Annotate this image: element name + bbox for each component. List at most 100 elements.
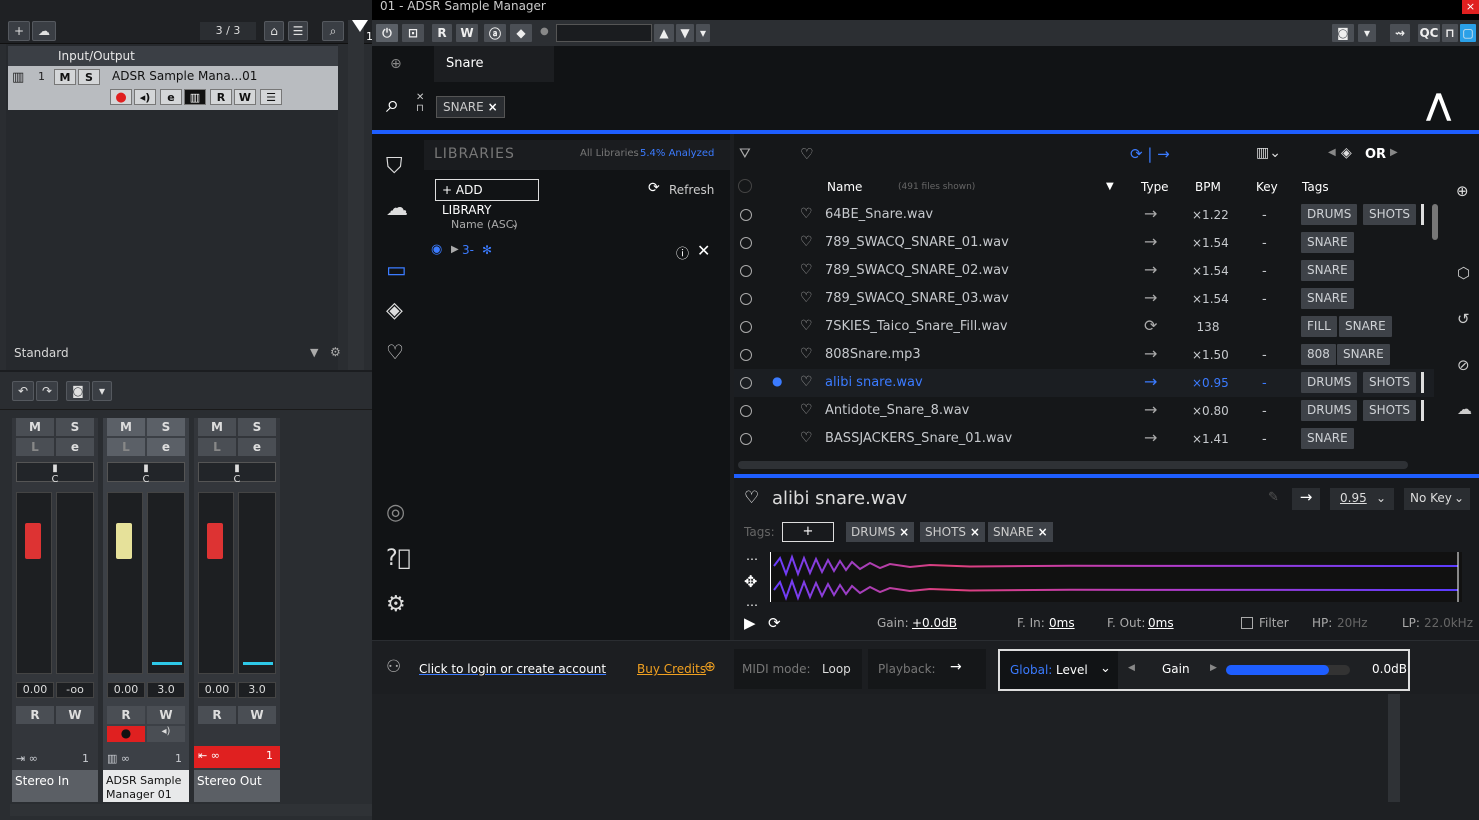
file-row[interactable]: ♡ 789_SWACQ_SNARE_02.wav → ×1.54 - SNARE (734, 257, 1434, 285)
solo-button[interactable]: S (238, 418, 276, 436)
tag-icon[interactable]: ◈ (386, 298, 403, 323)
output-routing-icon[interactable]: ⇤ ∞ 1 (194, 746, 280, 768)
clear-search-icon[interactable]: ✕ ⊓ (416, 92, 424, 114)
folder-icon[interactable]: ▭ (386, 258, 407, 283)
row-tag[interactable]: DRUMS (1301, 372, 1358, 393)
edit-button[interactable]: e (56, 438, 94, 456)
add-library-button[interactable]: + ADD LIBRARY (435, 179, 539, 217)
cloud-icon[interactable]: ☁ (32, 21, 56, 41)
favorite-heart-icon[interactable]: ♡ (744, 488, 759, 508)
add-track-button[interactable]: + (8, 21, 30, 41)
favorites-heart-icon[interactable]: ♡ (800, 145, 813, 163)
volume-value[interactable]: 0.00 (107, 682, 145, 698)
edit-button[interactable]: e (238, 438, 276, 456)
or-toggle[interactable]: OR (1365, 147, 1386, 162)
edit-icon[interactable]: ✎ (1268, 490, 1279, 505)
close-icon[interactable]: ✕ (697, 241, 710, 260)
add-credits-icon[interactable]: ⊕ (704, 659, 716, 675)
mute-button[interactable]: M (107, 418, 145, 436)
login-link[interactable]: Click to login or create account (419, 662, 606, 676)
link-icon[interactable]: ⊘ (1457, 356, 1470, 374)
undo-icon[interactable]: ↶ (12, 381, 34, 401)
chevron-down-icon[interactable]: ▾ (92, 381, 112, 401)
file-row[interactable]: ♡ 808Snare.mp3 → ×1.50 - 808 SNARE (734, 341, 1434, 369)
row-favorite-icon[interactable]: ♡ (800, 206, 813, 222)
row-favorite-icon[interactable]: ♡ (800, 346, 813, 362)
row-select-checkbox[interactable] (740, 237, 752, 249)
play-icon[interactable]: ▶ (744, 614, 756, 632)
row-select-checkbox[interactable] (740, 321, 752, 333)
volume-value[interactable]: 0.00 (198, 682, 236, 698)
buy-credits-link[interactable]: Buy Credits (637, 662, 706, 676)
row-tag[interactable]: SNARE (1301, 232, 1354, 253)
row-select-checkbox[interactable] (740, 377, 752, 389)
camera-icon[interactable]: ◙ (1332, 24, 1354, 42)
input-routing-icon[interactable]: ⇥ ∞ (16, 752, 38, 765)
more-icon[interactable]: ⋯ (746, 598, 758, 612)
type-arrow-icon[interactable]: → (1292, 488, 1320, 510)
mute-button[interactable]: M (54, 69, 76, 85)
fade-out-value[interactable]: 0ms (1148, 616, 1174, 630)
instrument-edit-icon[interactable]: ▥ (184, 89, 206, 105)
basket-icon[interactable]: ⛉ (386, 154, 403, 179)
chevron-down-icon[interactable]: ▾ (1358, 24, 1376, 42)
file-row[interactable]: ♡ 64BE_Snare.wav → ×1.22 - DRUMS SHOTS (734, 201, 1434, 229)
help-icon[interactable]: ?⃝ (386, 546, 411, 571)
io-header[interactable]: Input/Output (8, 46, 338, 66)
col-name[interactable]: Name (827, 180, 862, 194)
history-icon[interactable]: ↺ (1457, 310, 1470, 328)
row-select-checkbox[interactable] (740, 265, 752, 277)
sync-icon[interactable]: ⟳ | → (1130, 145, 1170, 163)
track-name[interactable]: ADSR Sample Mana...01 (112, 69, 257, 83)
row-tag[interactable]: SNARE (1337, 344, 1390, 365)
loop-icon[interactable]: ⟳ (768, 614, 781, 632)
fader-cap[interactable] (116, 523, 132, 559)
row-tag[interactable]: DRUMS (1301, 204, 1358, 225)
row-favorite-icon[interactable]: ♡ (800, 290, 813, 306)
power-icon[interactable]: ⏻ (376, 24, 398, 42)
refresh-button[interactable]: Refresh (669, 183, 714, 197)
gear-icon[interactable]: ⚙ (330, 345, 341, 359)
window-icon[interactable]: ▢ (1460, 24, 1476, 42)
home-icon[interactable]: ⌂ (264, 21, 284, 41)
waveform-display[interactable] (769, 552, 1462, 602)
write-button[interactable]: W (56, 706, 94, 724)
playback-control[interactable]: Playback: → (868, 649, 986, 689)
write-button[interactable]: W (147, 706, 185, 724)
row-select-checkbox[interactable] (740, 209, 752, 221)
close-icon[interactable]: × (1462, 0, 1479, 14)
fade-in-value[interactable]: 0ms (1049, 616, 1075, 630)
filter-icon[interactable]: ⛛ (739, 146, 751, 162)
sort-desc-icon[interactable]: ▼ (1106, 181, 1114, 192)
volume-fader[interactable] (198, 492, 234, 674)
row-tag[interactable]: SHOTS (1363, 400, 1417, 421)
row-select-checkbox[interactable] (740, 405, 752, 417)
preset-down-icon[interactable]: ▼ (676, 24, 694, 42)
fader-cap[interactable] (25, 523, 41, 559)
solo-button[interactable]: S (56, 418, 94, 436)
add-tag-button[interactable]: + (782, 522, 834, 542)
read-button[interactable]: R (432, 24, 452, 42)
read-button[interactable]: R (16, 706, 54, 724)
read-button[interactable]: R (198, 706, 236, 724)
chevron-down-icon[interactable]: ▼ (310, 346, 318, 359)
edit-button[interactable]: e (147, 438, 185, 456)
pan-control[interactable]: ▮ C (107, 462, 185, 485)
bpm-select[interactable]: 0.95 ⌄ (1330, 488, 1394, 510)
col-key[interactable]: Key (1256, 180, 1278, 194)
select-all-checkbox[interactable] (738, 179, 752, 193)
col-type[interactable]: Type (1141, 180, 1169, 194)
cube-icon[interactable]: ⬡ (1457, 264, 1470, 282)
preset-up-icon[interactable]: ▲ (654, 24, 674, 42)
channel-name[interactable]: Stereo In (12, 770, 98, 802)
volume-fader[interactable] (107, 492, 143, 674)
gain-slider-area[interactable]: ◀ Gain ▶ 0.0dB (1118, 651, 1408, 689)
lock-icon[interactable]: ⊓ (1442, 24, 1458, 42)
row-select-checkbox[interactable] (740, 293, 752, 305)
horizontal-scrollbar[interactable] (738, 461, 1408, 469)
chevron-left-icon[interactable]: ◀ (1128, 663, 1135, 673)
columns-icon[interactable]: ▥⌄ (1256, 145, 1281, 161)
chevron-left-icon[interactable]: ◀ (1328, 147, 1336, 158)
user-icon[interactable]: ⚇ (386, 657, 401, 677)
mute-button[interactable]: M (198, 418, 236, 436)
